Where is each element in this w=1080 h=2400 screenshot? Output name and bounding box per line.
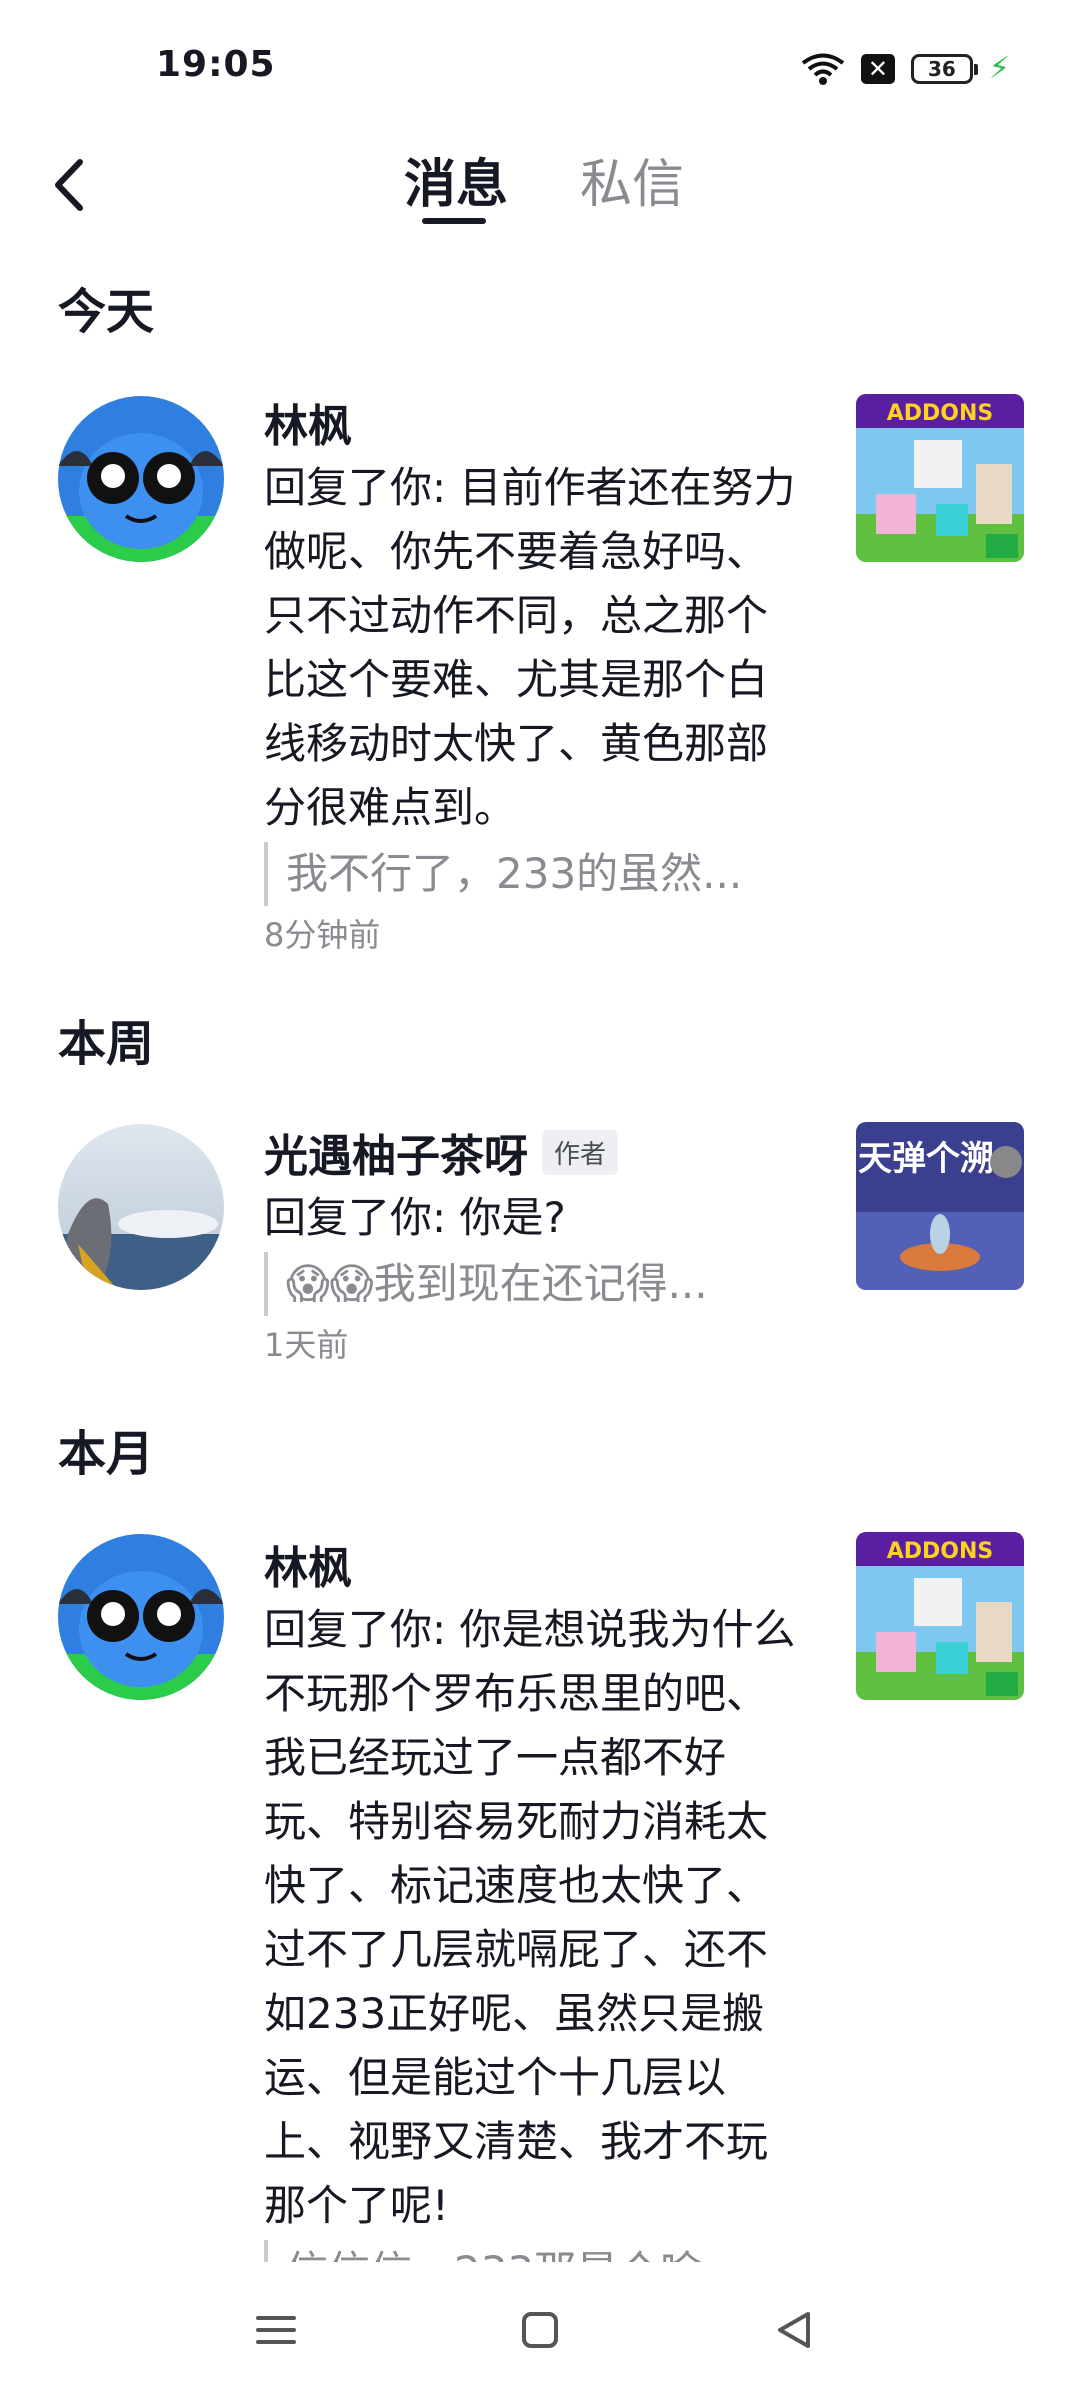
quoted-comment: 我不行了，233的虽然... [264, 842, 786, 906]
wifi-icon [801, 52, 845, 86]
back-icon[interactable] [38, 150, 108, 220]
username[interactable]: 林枫 [264, 1532, 352, 1596]
tab-bar: 消息 私信 [0, 130, 1080, 250]
status-time: 19:05 [156, 44, 276, 85]
thumbnail-text: ADDONS [887, 1539, 994, 1564]
section-title-this-week: 本周 [58, 1016, 155, 1072]
message-body: 光遇柚子茶呀 作者 回复了你: 你是? 😱😱我到现在还记得... 1天前 [264, 1120, 804, 1366]
battery-icon: 36 [910, 54, 978, 84]
message-text: 回复了你: 你是? [264, 1193, 566, 1242]
author-badge: 作者 [542, 1129, 619, 1175]
status-bar: 19:05 ✕ 36 ⚡ [0, 0, 1080, 130]
tab-private-messages[interactable]: 私信 [580, 142, 684, 217]
avatar[interactable] [58, 396, 224, 562]
user-row: 林枫 [264, 390, 804, 454]
video-thumbnail[interactable]: ADDONS [856, 394, 1024, 562]
quoted-comment: 😱😱我到现在还记得... [264, 1252, 786, 1316]
no-sim-icon: ✕ [860, 54, 895, 84]
thumbnail-text: ADDONS [887, 401, 994, 426]
back-nav-icon[interactable] [764, 2300, 824, 2360]
thumbnail-text: 天弹个溯 [858, 1139, 994, 1179]
username[interactable]: 光遇柚子茶呀 [264, 1120, 528, 1184]
user-row: 林枫 [264, 1532, 804, 1596]
active-tab-indicator [422, 218, 486, 224]
charging-icon: ⚡ [988, 51, 1010, 86]
message-time: 8分钟前 [264, 916, 381, 954]
tab-messages[interactable]: 消息 [404, 142, 508, 217]
section-title-this-month: 本月 [58, 1426, 155, 1482]
message-body: 林枫 回复了你: 你是想说我为什么不玩那个罗布乐思里的吧、我已经玩过了一点都不好… [264, 1532, 804, 2304]
status-icons: ✕ 36 ⚡ [801, 48, 1010, 90]
section-title-today: 今天 [58, 284, 155, 340]
message-time: 1天前 [264, 1326, 349, 1364]
message-text: 回复了你: 目前作者还在努力做呢、你先不要着急好吗、只不过动作不同，总之那个比这… [264, 463, 796, 832]
video-thumbnail[interactable]: ADDONS [856, 1532, 1024, 1700]
menu-icon[interactable] [246, 2300, 306, 2360]
user-row: 光遇柚子茶呀 作者 [264, 1120, 804, 1184]
username[interactable]: 林枫 [264, 390, 352, 454]
system-navigation-bar [0, 2262, 1080, 2400]
home-icon[interactable] [510, 2300, 570, 2360]
top-bar: 消息 私信 [0, 130, 1080, 250]
video-thumbnail[interactable]: 天弹个溯 [856, 1122, 1024, 1290]
message-text: 回复了你: 你是想说我为什么不玩那个罗布乐思里的吧、我已经玩过了一点都不好玩、特… [264, 1605, 796, 2230]
avatar[interactable] [58, 1534, 224, 1700]
avatar[interactable] [58, 1124, 224, 1290]
message-body: 林枫 回复了你: 目前作者还在努力做呢、你先不要着急好吗、只不过动作不同，总之那… [264, 390, 804, 956]
